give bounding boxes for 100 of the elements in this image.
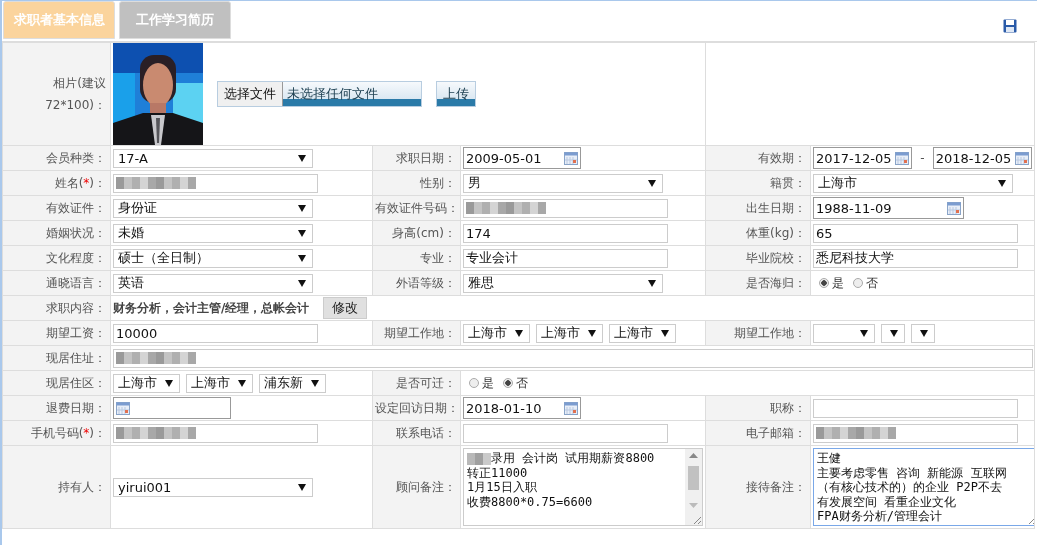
field-label: 有效证件： <box>46 200 106 215</box>
date-field[interactable]: 2018-01-10 <box>463 397 581 419</box>
field-label: 电子邮箱： <box>746 425 807 440</box>
field-label: 通晓语言： <box>46 275 106 290</box>
resize-grip-icon[interactable] <box>1028 516 1034 524</box>
date-field[interactable]: 2009-05-01 <box>463 147 581 169</box>
field-label: 顾问备注： <box>396 479 456 494</box>
notes-textarea[interactable]: 王健 主要考虑零售 咨询 新能源 互联网 （有核心技术的）的企业 P2P不去 有发展空间 看重企业文化 FPA财务分析/管理会计 <box>813 448 1034 526</box>
note-line: 王健 <box>817 451 842 466</box>
field-label: 持有人： <box>58 479 106 494</box>
calendar-icon[interactable] <box>947 201 962 215</box>
calendar-icon[interactable] <box>116 401 130 415</box>
date-field[interactable]: 2017-12-05 <box>813 147 913 169</box>
radio-button[interactable] <box>819 278 830 288</box>
field-label: 是否可迁： <box>396 375 456 390</box>
text-field[interactable] <box>113 423 318 443</box>
text-field[interactable]: 10000 <box>113 323 318 343</box>
field-label: 接待备注： <box>746 479 807 494</box>
date-field[interactable]: 1988-11-09 <box>813 197 965 219</box>
field-label: 职称： <box>770 400 807 415</box>
field-label: 籍贯： <box>770 175 807 190</box>
field-label: 期望工资： <box>46 325 106 340</box>
caret-icon <box>298 254 306 262</box>
range-separator: - <box>920 151 925 165</box>
dropdown[interactable]: yirui001 <box>113 477 313 497</box>
radio-label[interactable]: 否 <box>866 274 879 292</box>
caret-icon <box>890 329 899 337</box>
text-field[interactable]: 专业会计 <box>463 248 668 268</box>
dropdown[interactable]: 上海市 <box>536 323 603 343</box>
calendar-icon[interactable] <box>1015 151 1029 165</box>
dropdown[interactable]: 硕士（全日制） <box>113 248 313 268</box>
radio-button[interactable] <box>469 378 479 388</box>
dropdown[interactable]: 男 <box>463 173 663 193</box>
text-field[interactable]: 65 <box>813 223 1019 243</box>
dropdown[interactable]: 未婚 <box>113 223 313 243</box>
caret-icon <box>860 329 869 337</box>
field-label: 会员种类： <box>46 150 106 165</box>
resize-grip-icon[interactable] <box>693 516 701 524</box>
text-field[interactable]: 174 <box>463 223 668 243</box>
note-line: 录用 会计岗 试用期薪资8800 <box>467 451 655 466</box>
note-line: 1月15日入职 <box>467 480 537 495</box>
caret-icon <box>661 329 669 337</box>
text-field[interactable] <box>113 348 1033 368</box>
field-label: 退费日期： <box>46 400 106 415</box>
caret-icon <box>311 379 319 387</box>
field-label: 现居住区： <box>46 375 106 390</box>
note-line: FPA财务分析/管理会计 <box>817 509 942 524</box>
text-field[interactable] <box>813 423 1019 443</box>
text-field[interactable] <box>113 173 318 193</box>
field-label: 有效期： <box>758 150 807 165</box>
radio-button[interactable] <box>503 378 513 388</box>
text-field[interactable]: 悉尼科技大学 <box>813 248 1019 268</box>
text-field[interactable] <box>463 198 668 218</box>
calendar-icon[interactable] <box>895 151 910 165</box>
date-field[interactable]: 2018-12-05 <box>932 147 1032 169</box>
caret-icon <box>298 204 306 212</box>
notes-textarea[interactable]: 录用 会计岗 试用期薪资8800 转正11000 1月15日入职 收费8800*0.75=6600 <box>463 448 703 526</box>
dropdown[interactable]: 雅思 <box>463 273 663 293</box>
caret-icon <box>998 179 1007 187</box>
field-label: 文化程度： <box>46 250 106 265</box>
text-field[interactable] <box>813 398 1019 418</box>
radio-label[interactable]: 是 <box>832 274 845 292</box>
dropdown[interactable]: 上海市 <box>113 373 180 393</box>
field-label: 联系电话： <box>396 425 456 440</box>
dropdown[interactable]: 上海市 <box>813 173 1014 193</box>
field-label: 姓名(*)： <box>54 175 106 190</box>
radio-label[interactable]: 否 <box>516 374 528 392</box>
upload-button[interactable]: 上传 <box>436 81 476 107</box>
dropdown[interactable]: 身份证 <box>113 198 313 218</box>
calendar-icon[interactable] <box>564 151 578 165</box>
scrollbar[interactable] <box>685 449 702 525</box>
field-label: 期望工作地： <box>734 325 807 340</box>
caret-icon <box>298 483 306 491</box>
caret-icon <box>648 179 656 187</box>
dropdown[interactable]: 17-A <box>113 148 313 168</box>
field-label: 求职内容： <box>46 300 106 315</box>
field-label: 外语等级： <box>396 275 456 290</box>
field-label: 专业： <box>420 250 456 265</box>
radio-button[interactable] <box>853 278 864 288</box>
edit-button[interactable]: 修改 <box>323 297 368 319</box>
field-label: 手机号码(*)： <box>30 425 106 440</box>
dropdown[interactable]: 英语 <box>113 273 313 293</box>
dropdown[interactable] <box>911 323 936 343</box>
dropdown[interactable]: 浦东新 <box>259 373 326 393</box>
file-input[interactable]: 选择文件 未选择任何文件 <box>217 81 422 107</box>
caret-icon <box>165 379 173 387</box>
caret-icon <box>238 379 246 387</box>
radio-label[interactable]: 是 <box>482 374 494 392</box>
dropdown[interactable]: 上海市 <box>463 323 530 343</box>
calendar-icon[interactable] <box>564 401 578 415</box>
dropdown[interactable]: 上海市 <box>609 323 676 343</box>
note-line: 收费8800*0.75=6600 <box>467 494 593 509</box>
dropdown[interactable] <box>881 323 906 343</box>
save-icon[interactable] <box>1003 19 1017 33</box>
dropdown[interactable] <box>813 323 876 343</box>
text-field[interactable] <box>463 423 668 443</box>
note-line: 转正11000 <box>467 465 528 480</box>
date-field[interactable] <box>113 397 231 419</box>
job-intent-text: 财务分析，会计主管/经理，总帐会计 <box>113 299 310 317</box>
dropdown[interactable]: 上海市 <box>186 373 253 393</box>
